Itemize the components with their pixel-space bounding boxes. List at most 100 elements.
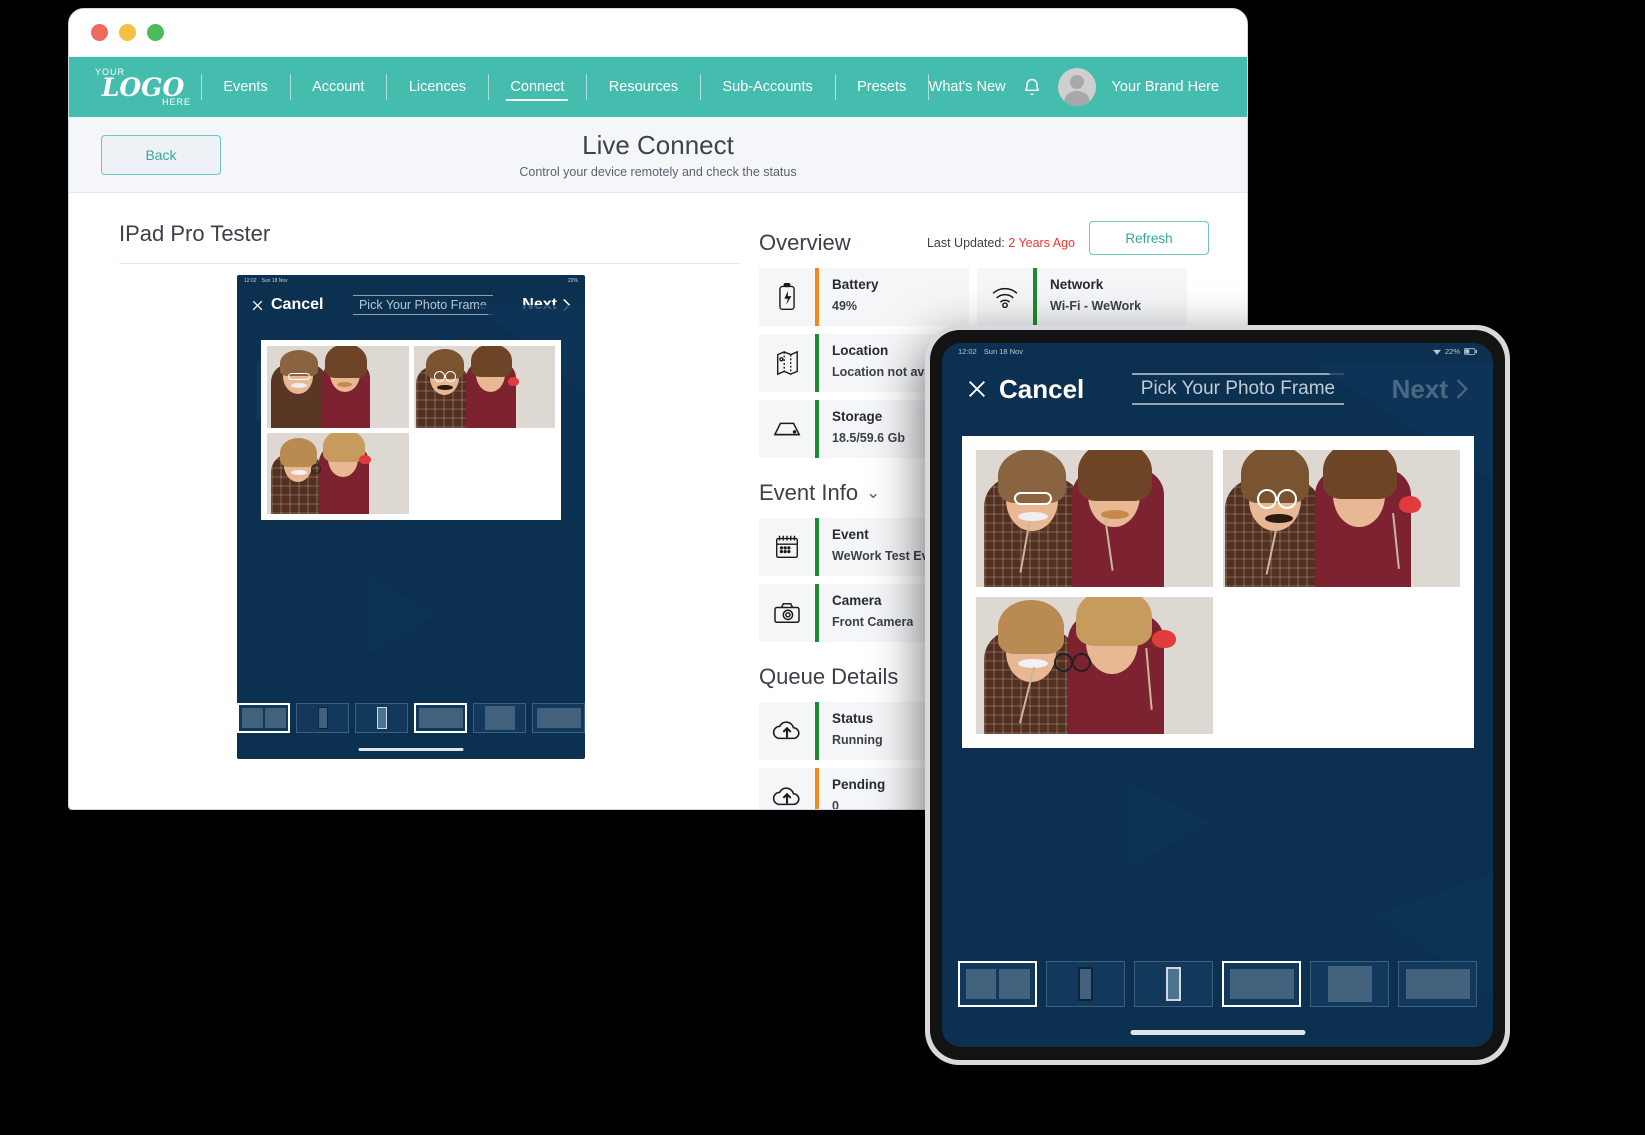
frame-thumb-2up-split[interactable] (958, 961, 1037, 1007)
tablet-top-bar: Cancel Pick Your Photo Frame Next (942, 360, 1493, 418)
status-right-group: 22% (1432, 347, 1477, 356)
page-title: Live Connect (582, 130, 734, 160)
stat-value: 18.5/59.6 Gb (832, 431, 905, 446)
divider (119, 263, 739, 264)
frame-thumb-strip-narrow[interactable] (1046, 961, 1125, 1007)
bell-icon[interactable] (1022, 76, 1042, 98)
status-battery: 22% (1444, 347, 1460, 356)
photo-collage (961, 436, 1474, 748)
stat-label: Battery (832, 277, 879, 292)
last-updated-text: Last Updated: (926, 236, 1005, 250)
map-icon (759, 334, 815, 392)
frame-thumb-single-wide[interactable] (414, 703, 468, 733)
screen-title: Pick Your Photo Frame (352, 295, 493, 315)
brand-logo[interactable]: YOUR LOGO HERE (91, 67, 201, 107)
page-header-center: Live Connect Control your device remotel… (69, 130, 1247, 179)
home-indicator (358, 748, 464, 751)
next-button[interactable]: Next (522, 296, 571, 314)
collage-photo-1 (267, 346, 409, 428)
nav-item-sub-accounts[interactable]: Sub-Accounts (700, 57, 834, 117)
overview-section-header: Overview Last Updated: 2 Years Ago Refre… (759, 221, 1209, 256)
battery-icon (1464, 348, 1477, 355)
stat-value: 49% (832, 299, 858, 314)
chevron-right-icon (1456, 379, 1468, 399)
screenshot-stage: YOUR LOGO HERE Events Account Licences C… (0, 0, 1645, 1135)
page-subtitle: Control your device remotely and check t… (519, 165, 797, 179)
battery-icon (759, 268, 815, 326)
next-label: Next (1391, 373, 1448, 404)
stat-label: Pending (832, 777, 886, 792)
frame-thumb-single-fill[interactable] (1310, 961, 1389, 1007)
cancel-label: Cancel (271, 296, 324, 313)
frame-thumb-single-plain[interactable] (1398, 961, 1477, 1007)
stat-card-network[interactable]: Network Wi-Fi - WeWork (977, 268, 1187, 326)
avatar[interactable] (1057, 68, 1096, 106)
close-window-icon[interactable] (91, 24, 108, 41)
device-name-title: IPad Pro Tester (119, 221, 271, 246)
chevron-right-icon (563, 298, 571, 312)
device-preview-column: IPad Pro Tester 12:02 Sun 18 Nov 22% Can… (69, 221, 739, 809)
event-info-title: Event Info (759, 480, 859, 505)
frame-thumb-strip-narrow[interactable] (296, 703, 350, 733)
stat-card-battery[interactable]: Battery 49% (759, 268, 969, 326)
collage-photo-1 (975, 450, 1213, 587)
status-time: 12:02 (958, 347, 977, 356)
device-top-bar: Cancel Pick Your Photo Frame Next (237, 286, 585, 324)
device-live-preview[interactable]: 12:02 Sun 18 Nov 22% Cancel Pick Your Ph… (237, 275, 585, 759)
tablet-bezel: 12:02 Sun 18 Nov 22% Cancel Pick Your Ph… (930, 330, 1505, 1060)
screen-title: Pick Your Photo Frame (1131, 373, 1345, 405)
frame-thumb-single-fill[interactable] (473, 703, 527, 733)
logo-line-2: LOGO (101, 72, 185, 102)
nav-item-resources[interactable]: Resources (587, 57, 700, 117)
chevron-down-icon[interactable]: ⌄ (866, 483, 880, 503)
brand-name-label: Your Brand Here (1111, 79, 1220, 95)
frame-picker-strip (942, 961, 1493, 1007)
status-date: Sun 18 Nov (261, 277, 288, 284)
stat-text: Network Wi-Fi - WeWork (1037, 268, 1141, 326)
back-button[interactable]: Back (101, 134, 221, 175)
calendar-icon (759, 518, 815, 576)
frame-thumb-2up-split[interactable] (237, 703, 291, 733)
logo-line-3: HERE (161, 96, 191, 107)
collage-empty-slot (413, 432, 555, 514)
overview-title: Overview (759, 230, 851, 255)
maximize-window-icon[interactable] (147, 24, 164, 41)
status-time: 12:02 (244, 277, 257, 284)
tablet-status-bar: 12:02 Sun 18 Nov 22% (942, 343, 1493, 360)
last-updated-value: 2 Years Ago (1008, 236, 1075, 250)
stat-value: Running (832, 733, 883, 748)
device-status-bar: 12:02 Sun 18 Nov 22% (237, 275, 585, 286)
frame-thumb-single-plain[interactable] (532, 703, 585, 733)
cancel-button[interactable]: Cancel (251, 296, 323, 314)
stat-text: Battery 49% (819, 268, 879, 326)
queue-details-title: Queue Details (759, 664, 899, 689)
whats-new-link[interactable]: What's New (929, 79, 1006, 95)
collage-photo-2 (1222, 450, 1460, 587)
cancel-button[interactable]: Cancel (966, 374, 1084, 405)
stat-label: Status (832, 711, 874, 726)
storage-icon (759, 400, 815, 458)
cancel-label: Cancel (999, 373, 1085, 404)
nav-item-connect[interactable]: Connect (488, 57, 586, 117)
browser-titlebar (69, 9, 1247, 57)
photo-collage (261, 340, 561, 520)
nav-item-account[interactable]: Account (290, 57, 386, 117)
nav-item-events[interactable]: Events (201, 57, 289, 117)
nav-item-presets[interactable]: Presets (835, 57, 928, 117)
status-date: Sun 18 Nov (983, 347, 1023, 356)
top-navigation-bar: YOUR LOGO HERE Events Account Licences C… (69, 57, 1247, 117)
frame-thumb-strip-tall[interactable] (1134, 961, 1213, 1007)
frame-thumb-single-wide[interactable] (1222, 961, 1301, 1007)
nav-item-licences[interactable]: Licences (387, 57, 488, 117)
refresh-button[interactable]: Refresh (1089, 221, 1209, 255)
collage-empty-slot (1222, 597, 1460, 734)
frame-thumb-strip-tall[interactable] (355, 703, 408, 733)
tablet-device: 12:02 Sun 18 Nov 22% Cancel Pick Your Ph… (925, 325, 1510, 1065)
next-button[interactable]: Next (1392, 374, 1469, 405)
close-icon (252, 300, 263, 310)
stat-text: Camera Front Camera (819, 584, 913, 642)
status-battery: 22% (567, 277, 578, 284)
close-icon (969, 381, 985, 397)
minimize-window-icon[interactable] (119, 24, 136, 41)
tablet-screen[interactable]: 12:02 Sun 18 Nov 22% Cancel Pick Your Ph… (942, 343, 1493, 1047)
